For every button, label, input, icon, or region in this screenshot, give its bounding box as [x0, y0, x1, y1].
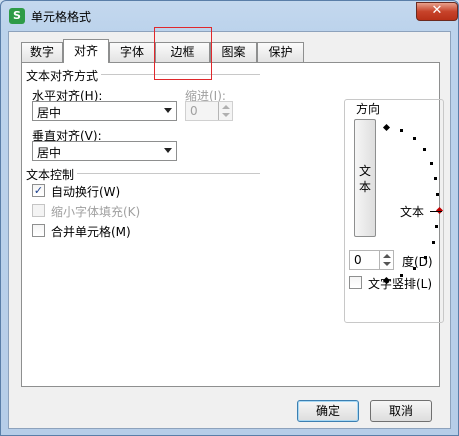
shrink-to-fit-label: 缩小字体填充(K) [51, 205, 141, 219]
alignment-panel: 文本对齐方式 水平对齐(H): 居中 缩进(I): 0 垂直对齐(V): 居中 [21, 62, 444, 387]
dial-dot [435, 225, 438, 228]
spin-down-icon[interactable] [383, 262, 391, 266]
vertical-text-char-1: 文 [359, 164, 372, 178]
wrap-text-label: 自动换行(W) [51, 185, 121, 199]
dial-dot [436, 193, 439, 196]
wrap-text-check-box[interactable]: ✓ [32, 184, 45, 197]
dial-dot [430, 162, 433, 165]
vertical-text-label: 文字竖排(L) [368, 277, 433, 291]
tab-font[interactable]: 字体 [109, 42, 155, 62]
degrees-stepper[interactable]: 0 [349, 250, 394, 270]
degrees-spin-buttons[interactable] [379, 251, 393, 269]
horizontal-align-value: 居中 [37, 106, 62, 120]
dial-pointer-line [430, 211, 442, 212]
spin-up-icon [222, 105, 230, 109]
degrees-value[interactable]: 0 [354, 253, 362, 267]
dial-dot [434, 177, 437, 180]
vertical-text-check-box[interactable] [349, 276, 362, 289]
tab-protection[interactable]: 保护 [257, 42, 304, 62]
merge-cells-label: 合并单元格(M) [51, 225, 131, 239]
tab-number[interactable]: 数字 [21, 42, 63, 62]
vertical-align-value: 居中 [37, 146, 62, 160]
horizontal-align-select[interactable]: 居中 [32, 101, 177, 121]
dial-dot [423, 148, 426, 151]
dial-dot [432, 241, 435, 244]
alignment-group-title: 文本对齐方式 [26, 67, 102, 84]
cancel-button[interactable]: 取消 [370, 400, 432, 422]
close-icon: ✕ [431, 3, 443, 18]
format-cells-dialog: S 单元格格式 ✕ 数字 对齐 字体 边框 图案 保护 文本对齐方式 水平对齐(… [0, 0, 459, 436]
merge-cells-check-box[interactable] [32, 224, 45, 237]
vertical-text-char-2: 本 [359, 180, 372, 194]
close-button[interactable]: ✕ [416, 2, 458, 21]
chevron-down-icon [164, 148, 172, 153]
chevron-down-icon [164, 108, 172, 113]
dialog-title: 单元格格式 [31, 10, 92, 24]
spin-up-icon[interactable] [383, 254, 391, 258]
spin-down-icon [222, 113, 230, 117]
dial-dot [400, 129, 403, 132]
wps-app-icon: S [9, 8, 25, 24]
text-control-group-title: 文本控制 [26, 166, 78, 183]
dial-dot [413, 137, 416, 140]
dialog-client-area: 数字 对齐 字体 边框 图案 保护 文本对齐方式 水平对齐(H): 居中 缩进(… [8, 31, 451, 429]
dial-text-label: 文本 [400, 205, 425, 219]
tab-patterns[interactable]: 图案 [210, 42, 257, 62]
orientation-group-title: 方向 [354, 100, 383, 117]
tab-alignment[interactable]: 对齐 [63, 39, 109, 63]
ok-button[interactable]: 确定 [297, 400, 359, 422]
title-bar[interactable]: S 单元格格式 ✕ [1, 1, 458, 31]
indent-spin-buttons [218, 102, 232, 120]
vertical-align-select[interactable]: 居中 [32, 141, 177, 161]
highlight-box [154, 27, 212, 80]
vertical-text-button[interactable]: 文 本 [354, 119, 376, 237]
indent-stepper: 0 [185, 101, 233, 121]
shrink-to-fit-check-box [32, 204, 45, 217]
indent-value: 0 [190, 104, 198, 118]
degrees-label: 度(D) [402, 255, 433, 269]
